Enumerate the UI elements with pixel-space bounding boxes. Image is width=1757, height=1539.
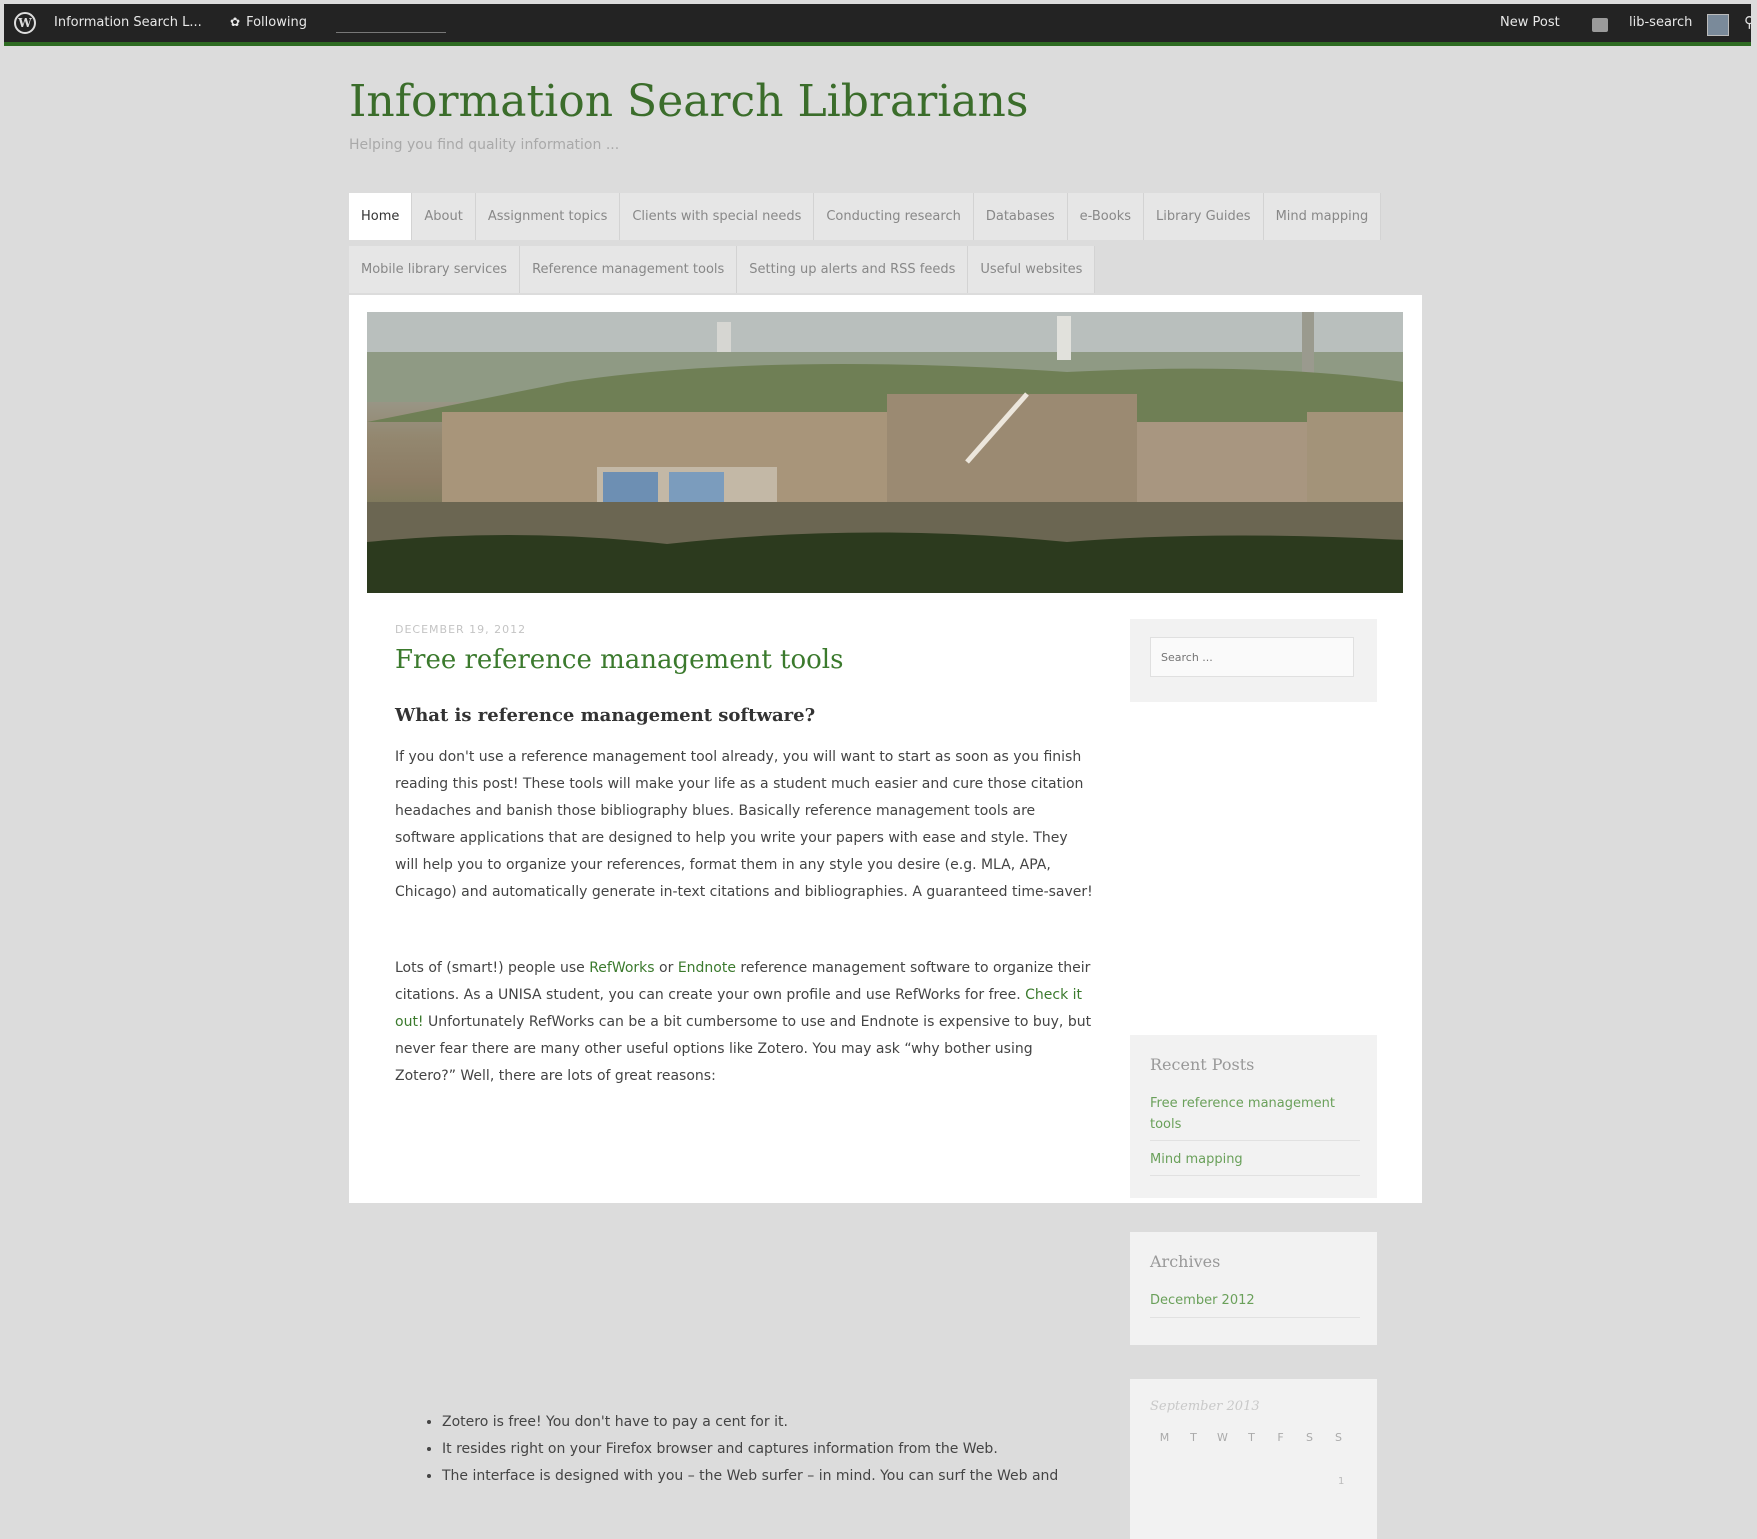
divider (1150, 1140, 1360, 1141)
recent-posts-title: Recent Posts (1150, 1055, 1255, 1074)
calendar-weekday: T (1190, 1431, 1197, 1444)
nav-item-clients-with-special-needs[interactable]: Clients with special needs (620, 193, 815, 240)
nav-item-mobile-library-services[interactable]: Mobile library services (349, 246, 521, 293)
list-item: Zotero is free! You don't have to pay a … (442, 1409, 1142, 1436)
recent-posts-widget: Recent Posts Free reference management t… (1130, 1035, 1377, 1198)
para2-text: Unfortunately RefWorks can be a bit cumb… (395, 1014, 1092, 1084)
post-date[interactable]: DECEMBER 19, 2012 (395, 623, 526, 636)
calendar-weekday: W (1217, 1431, 1228, 1444)
header-banner-image (367, 312, 1403, 593)
post-paragraph-1: If you don't use a reference management … (395, 749, 1093, 900)
nav-item-home[interactable]: Home (349, 193, 413, 240)
divider (1150, 1175, 1360, 1176)
calendar-day: 1 (1338, 1476, 1345, 1487)
post-subtitle: What is reference management software? (395, 705, 816, 726)
site-title[interactable]: Information Search Librarians (349, 76, 1028, 127)
search-input[interactable] (1150, 637, 1354, 677)
calendar-caption: September 2013 (1150, 1399, 1260, 1414)
main-navigation: Home About Assignment topics Clients with s… (349, 193, 1409, 299)
nav-item-about[interactable]: About (412, 193, 476, 240)
nav-item-reference-management-tools[interactable]: Reference management tools (520, 246, 738, 293)
nav-row-primary: Home About Assignment topics Clients with s… (349, 193, 1409, 240)
gear-icon: ✿ (230, 15, 241, 29)
post-paragraph-2: Lots of (smart!) people use RefWorks or … (395, 955, 1095, 1090)
endnote-link[interactable]: Endnote (678, 960, 736, 976)
search-icon[interactable]: ⚲ (1744, 13, 1755, 31)
post-title[interactable]: Free reference management tools (395, 645, 843, 675)
archive-link[interactable]: December 2012 (1150, 1290, 1360, 1311)
nav-item-conducting-research[interactable]: Conducting research (814, 193, 974, 240)
reasons-list: Zotero is free! You don't have to pay a … (395, 1409, 1142, 1490)
divider (1150, 1317, 1360, 1318)
para2-text: or (654, 960, 678, 976)
calendar-weekday: S (1306, 1431, 1313, 1444)
following-button[interactable]: ✿ Following (230, 15, 307, 30)
recent-post-link[interactable]: Free reference management tools (1150, 1093, 1360, 1135)
calendar-weekday: S (1335, 1431, 1342, 1444)
archives-widget: Archives December 2012 (1130, 1232, 1377, 1345)
nav-item-useful-websites[interactable]: Useful websites (968, 246, 1096, 293)
calendar-weekday: F (1277, 1431, 1284, 1444)
admin-site-name-link[interactable]: Information Search L... (54, 15, 202, 30)
following-label: Following (246, 15, 307, 30)
nav-item-library-guides[interactable]: Library Guides (1144, 193, 1264, 240)
site-description: Helping you find quality information ... (349, 137, 620, 153)
nav-item-databases[interactable]: Databases (973, 193, 1068, 240)
calendar-weekday: M (1159, 1431, 1170, 1444)
new-post-button[interactable]: New Post (1500, 15, 1560, 30)
notifications-icon[interactable] (1592, 18, 1608, 32)
nav-item-setting-up-alerts-and-rss-feeds[interactable]: Setting up alerts and RSS feeds (737, 246, 969, 293)
search-widget (1130, 619, 1377, 702)
nav-item-e-books[interactable]: e-Books (1067, 193, 1145, 240)
admin-divider (336, 32, 446, 33)
recent-post-link[interactable]: Mind mapping (1150, 1149, 1360, 1170)
wordpress-logo-icon[interactable]: W (14, 12, 36, 34)
content-panel: DECEMBER 19, 2012 Free reference managem… (349, 295, 1422, 1539)
calendar-widget: September 2013 M T W T F S S 1 (1130, 1379, 1377, 1539)
user-account-link[interactable]: lib-search (1629, 15, 1692, 30)
archives-title: Archives (1150, 1252, 1221, 1271)
list-item: It resides right on your Firefox browser… (442, 1436, 1142, 1463)
calendar-weekday: T (1248, 1431, 1255, 1444)
para2-text: Lots of (smart!) people use (395, 960, 590, 976)
admin-bar: W Information Search L... ✿ Following New… (4, 4, 1755, 46)
avatar[interactable] (1707, 14, 1729, 36)
nav-item-mind-mapping[interactable]: Mind mapping (1263, 193, 1382, 240)
nav-row-secondary: Mobile library services Reference managem… (349, 246, 1409, 293)
refworks-link[interactable]: RefWorks (589, 960, 654, 976)
nav-item-assignment-topics[interactable]: Assignment topics (475, 193, 621, 240)
list-item: The interface is designed with you – the… (442, 1463, 1142, 1490)
calendar-weekdays: MTWTFSS (1150, 1431, 1353, 1444)
